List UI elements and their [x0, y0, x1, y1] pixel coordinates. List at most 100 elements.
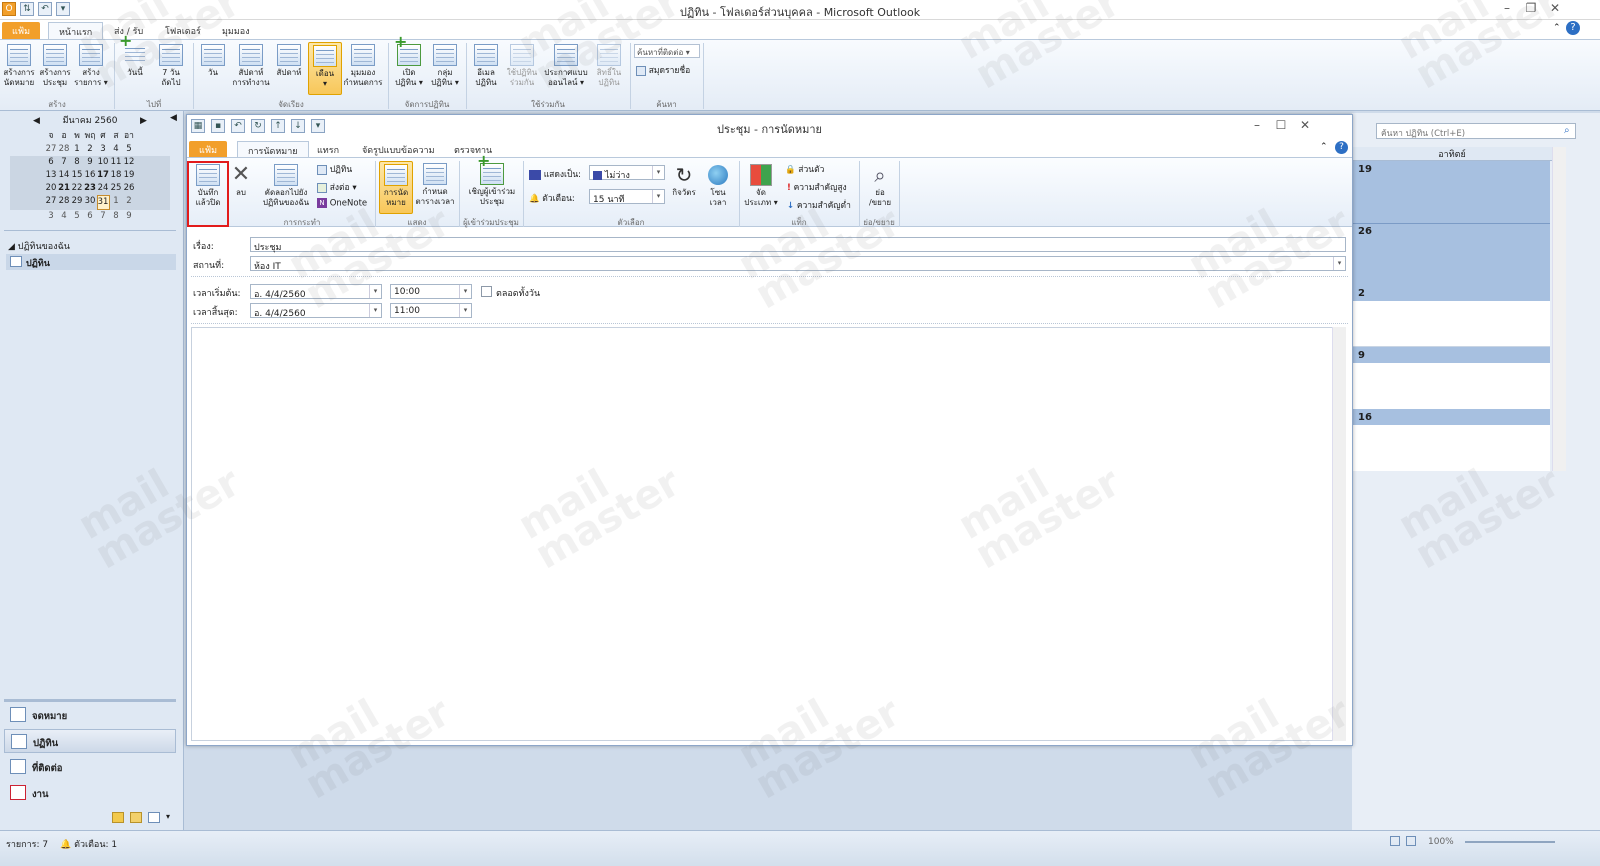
mini-calendar-day[interactable]: 3	[45, 210, 58, 223]
undo-icon[interactable]: ↶	[231, 119, 245, 133]
work-week-view-button[interactable]: สัปดาห์ การทำงาน	[232, 42, 270, 88]
mini-calendar-day[interactable]: 8	[110, 210, 123, 223]
tab-review[interactable]: ตรวจทาน	[444, 141, 502, 158]
reading-view-icon[interactable]	[1406, 836, 1416, 846]
day-view-button[interactable]: วัน	[196, 42, 230, 78]
shortcuts-icon[interactable]	[148, 812, 160, 823]
next-month-icon[interactable]: ▶	[137, 115, 150, 128]
email-calendar-button[interactable]: อีเมล ปฏิทิน	[469, 42, 503, 88]
ribbon-collapse-icon[interactable]: ⌃	[1320, 142, 1328, 152]
forward-button[interactable]: ส่งต่อ ▾	[317, 180, 357, 194]
mini-calendar-day[interactable]: 4	[110, 143, 123, 156]
zoom-slider[interactable]	[1465, 841, 1555, 843]
tab-format-text[interactable]: จัดรูปแบบข้อความ	[352, 141, 445, 158]
mini-calendar-day[interactable]: 8	[71, 156, 84, 169]
notes-scrollbar[interactable]	[1332, 327, 1346, 741]
calendar-scrollbar[interactable]	[1552, 147, 1566, 471]
configure-buttons-icon[interactable]: ▾	[166, 812, 170, 823]
invite-attendees-button[interactable]: เชิญผู้เข้าร่วม ประชุม	[463, 156, 521, 207]
week-cell[interactable]	[1352, 363, 1550, 409]
save-icon[interactable]: ▪	[211, 119, 225, 133]
time-zones-button[interactable]: โซน เวลา	[703, 162, 733, 208]
next-item-icon[interactable]: ↓	[291, 119, 305, 133]
tab-file[interactable]: แฟ้ม	[189, 141, 228, 158]
delete-button[interactable]: ✕ ลบ	[229, 162, 253, 198]
end-time-picker[interactable]: 11:00 ▾	[390, 303, 472, 318]
calendar-search-input[interactable]: ค้นหา ปฏิทิน (Ctrl+E)	[1376, 123, 1576, 139]
tab-insert[interactable]: แทรก	[307, 141, 349, 158]
mini-calendar-day[interactable]: 20	[45, 182, 58, 195]
mini-calendar-day[interactable]: 7	[58, 156, 71, 169]
week-cell[interactable]	[1352, 301, 1550, 347]
help-icon[interactable]: ?	[1335, 141, 1348, 154]
tab-file[interactable]: แฟ้ม	[2, 22, 41, 39]
open-calendar-button[interactable]: เปิด ปฏิทิน ▾	[392, 37, 426, 88]
show-as-dropdown[interactable]: ไม่ว่าง ▾	[589, 165, 665, 181]
mini-calendar-day[interactable]: 29	[71, 195, 84, 210]
search-icon[interactable]: ⌕	[1564, 125, 1570, 136]
reminder-dropdown[interactable]: 15 นาที ▾	[589, 189, 665, 205]
reminders-count[interactable]: 🔔 ตัวเตือน: 1	[60, 837, 117, 851]
maximize-icon[interactable]: ☐	[1269, 118, 1293, 132]
mini-calendar-day[interactable]: 12	[123, 156, 136, 169]
mini-calendar-day[interactable]: 11	[110, 156, 123, 169]
collapse-pane-icon[interactable]: ◀	[170, 113, 177, 123]
mini-calendar-day[interactable]: 25	[110, 182, 123, 195]
customize-icon[interactable]: ▾	[311, 119, 325, 133]
mini-calendar-day[interactable]: 7	[97, 210, 110, 223]
mini-calendar-day[interactable]: 28	[58, 195, 71, 210]
address-book-button[interactable]: สมุดรายชื่อ	[636, 63, 690, 77]
mini-calendar-day[interactable]: 5	[71, 210, 84, 223]
month-view-button[interactable]: เดือน ▾	[308, 42, 342, 95]
mini-calendar-day[interactable]: 17	[97, 169, 110, 182]
mini-calendar-day[interactable]: 14	[58, 169, 71, 182]
copy-to-my-calendar-button[interactable]: คัดลอกไปยัง ปฏิทินของฉัน	[257, 162, 315, 208]
mini-calendar-day[interactable]: 28	[58, 143, 71, 156]
mini-calendar-day[interactable]: 1	[71, 143, 84, 156]
calendar-button[interactable]: ปฏิทิน	[317, 162, 352, 176]
mini-calendar-day[interactable]: 5	[123, 143, 136, 156]
mini-calendar-day[interactable]: 9	[123, 210, 136, 223]
mini-calendar-day[interactable]: 1	[110, 195, 123, 210]
mini-calendar-day[interactable]: 27	[45, 195, 58, 210]
calendar-tree-item[interactable]: ปฏิทิน	[6, 254, 176, 270]
mini-calendar-day[interactable]: 13	[45, 169, 58, 182]
mini-calendar-day[interactable]: 15	[71, 169, 84, 182]
mini-calendar-day[interactable]: 31	[96, 195, 110, 210]
normal-view-icon[interactable]	[1390, 836, 1400, 846]
my-calendars-group[interactable]: ◢ ปฏิทินของฉัน	[8, 239, 70, 253]
mini-calendar-day[interactable]: 21	[58, 182, 71, 195]
mini-calendar-day[interactable]: 9	[84, 156, 97, 169]
new-appointment-button[interactable]: สร้างการ นัดหมาย	[2, 42, 36, 88]
schedule-view-button[interactable]: มุมมอง กำหนดการ	[343, 42, 383, 88]
nav-contacts-button[interactable]: ที่ติดต่อ	[4, 755, 176, 779]
mini-calendar-day[interactable]: 18	[110, 169, 123, 182]
mini-calendar-day[interactable]: 2	[84, 143, 97, 156]
mini-calendar-day[interactable]: 4	[58, 210, 71, 223]
notes-body-editor[interactable]	[191, 327, 1346, 741]
mini-calendar-day[interactable]: 26	[123, 182, 136, 195]
close-icon[interactable]: ✕	[1293, 118, 1317, 132]
previous-item-icon[interactable]: ↑	[271, 119, 285, 133]
minimize-icon[interactable]: –	[1245, 118, 1269, 132]
mini-calendar-day[interactable]: 27	[45, 143, 58, 156]
mini-calendar-day[interactable]: 16	[84, 169, 97, 182]
help-icon[interactable]: ?	[1566, 21, 1580, 35]
new-meeting-button[interactable]: สร้างการ ประชุม	[38, 42, 72, 88]
mini-calendar-day[interactable]: 6	[45, 156, 58, 169]
find-contact-box[interactable]: ค้นหาที่ติดต่อ ▾	[634, 44, 700, 58]
folder-icon[interactable]	[130, 812, 142, 823]
categorize-button[interactable]: จัด ประเภท ▾	[741, 162, 781, 208]
mini-calendar-day[interactable]: 30	[84, 195, 97, 210]
high-importance-button[interactable]: ! ความสำคัญสูง	[787, 180, 847, 194]
all-day-checkbox[interactable]	[481, 286, 492, 297]
mini-calendar-day[interactable]: 22	[71, 182, 84, 195]
mini-calendar-day[interactable]: 10	[97, 156, 110, 169]
notes-icon[interactable]	[112, 812, 124, 823]
mini-calendar-day[interactable]: 6	[84, 210, 97, 223]
nav-splitter[interactable]	[4, 699, 176, 702]
redo-icon[interactable]: ↻	[251, 119, 265, 133]
recurrence-button[interactable]: ↻ กิจวัตร	[669, 162, 699, 198]
nav-calendar-button[interactable]: ปฏิทิน	[4, 729, 176, 753]
mini-calendar-day[interactable]: 19	[123, 169, 136, 182]
